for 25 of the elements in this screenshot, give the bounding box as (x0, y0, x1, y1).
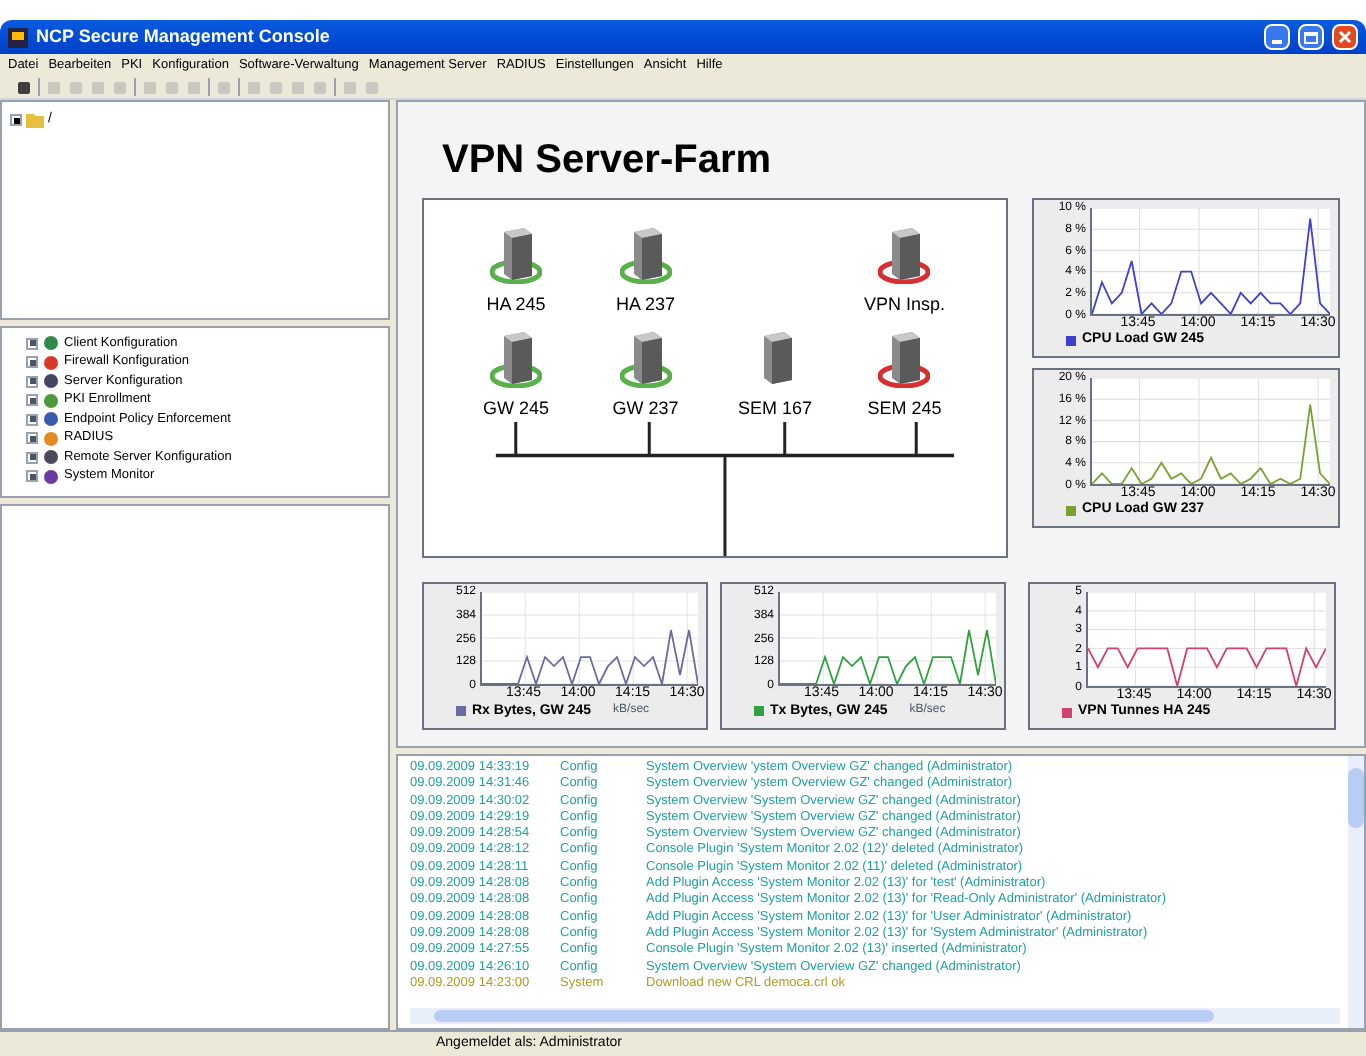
server-icon (878, 224, 931, 284)
close-icon (1338, 30, 1352, 44)
page-title: VPN Server-Farm (442, 138, 774, 182)
maximize-button[interactable] (1298, 24, 1324, 50)
server-label: GW 245 (482, 395, 549, 421)
folder-icon (26, 112, 44, 129)
minimize-button[interactable] (1264, 24, 1290, 50)
server-label: SEM 245 (867, 395, 942, 421)
server-icon (490, 224, 542, 284)
server-label: HA 245 (486, 292, 546, 318)
server-icon (619, 224, 672, 284)
server-label: VPN Insp. (863, 292, 946, 318)
expand-toggle[interactable] (10, 114, 22, 127)
server-label: SEM 167 (737, 395, 813, 421)
server-label: GW 237 (612, 395, 679, 421)
server-icon (878, 327, 931, 387)
horizontal-scrollbar[interactable] (410, 1008, 1340, 1024)
server-icon (490, 327, 542, 387)
vertical-scrollbar[interactable] (1348, 756, 1364, 1028)
window-title: NCP Secure Management Console (36, 23, 332, 50)
app-icon (8, 27, 28, 47)
server-icon (619, 327, 672, 387)
toolbar-icon[interactable] (16, 79, 32, 95)
server-label: HA 237 (615, 292, 676, 318)
close-button[interactable] (1332, 24, 1358, 50)
